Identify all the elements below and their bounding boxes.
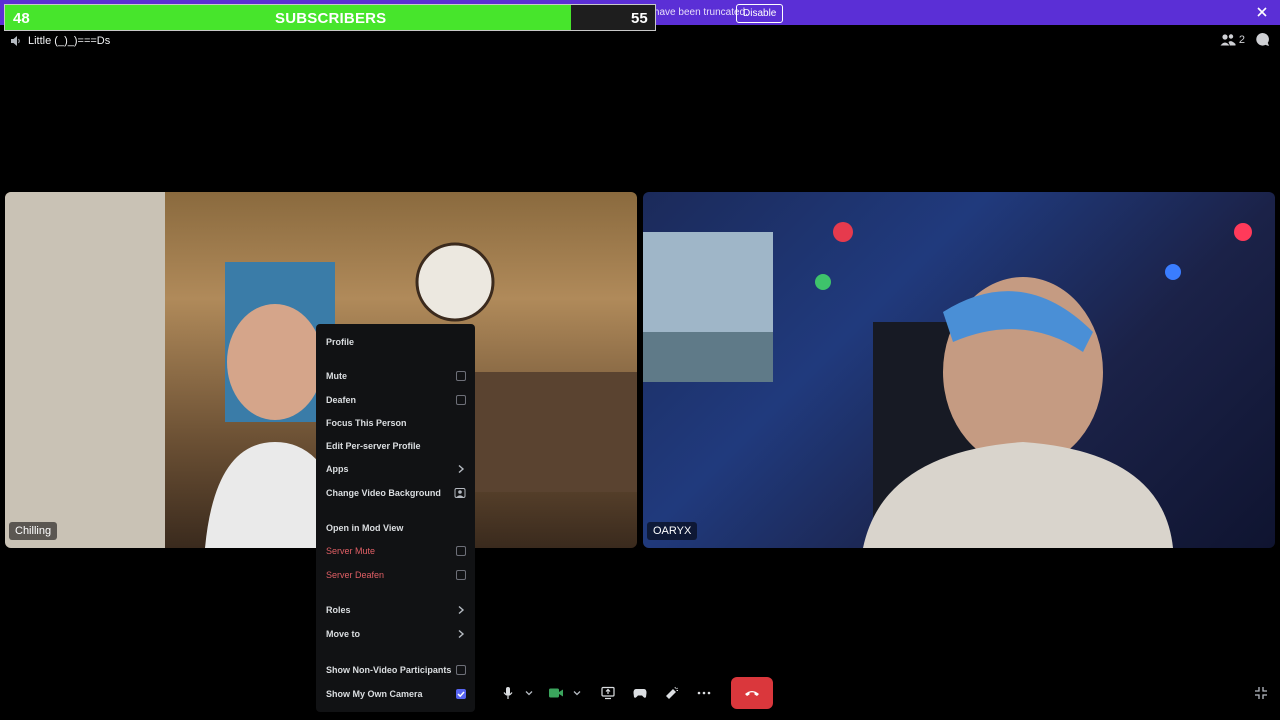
server-deafen-checkbox[interactable] [456, 570, 466, 580]
chevron-right-icon [458, 464, 465, 474]
tile-username: Chilling [9, 522, 58, 540]
menu-item-roles[interactable]: Roles [326, 603, 466, 617]
menu-item-label: Apps [326, 464, 349, 474]
server-mute-checkbox[interactable] [456, 546, 466, 556]
mic-options-button[interactable] [524, 677, 534, 709]
menu-item-edit-profile[interactable]: Edit Per-server Profile [326, 439, 466, 453]
menu-item-show-non-video[interactable]: Show Non-Video Participants [326, 663, 466, 677]
activity-icon [633, 689, 647, 698]
menu-item-label: Change Video Background [326, 488, 441, 498]
tile-username: OARYX [647, 522, 698, 540]
screen-share-button[interactable] [592, 677, 624, 709]
disconnect-button[interactable] [731, 677, 773, 709]
video-frame-oaryx [643, 222, 1252, 548]
participants-button[interactable]: 2 [1220, 33, 1245, 46]
menu-item-deafen[interactable]: Deafen [326, 393, 466, 407]
menu-item-server-deafen[interactable]: Server Deafen [326, 568, 466, 582]
chevron-down-icon [525, 691, 533, 696]
user-context-menu: Profile Mute Deafen Focus This Person Ed… [316, 324, 475, 712]
screen-share-icon [601, 686, 615, 700]
deafen-checkbox[interactable] [456, 395, 466, 405]
mic-button[interactable] [492, 677, 524, 709]
camera-icon [549, 688, 563, 698]
menu-item-mod-view[interactable]: Open in Mod View [326, 521, 466, 535]
subscriber-goal-target: 55 [631, 10, 648, 27]
menu-item-label: Deafen [326, 395, 357, 405]
show-own-camera-checkbox[interactable] [456, 689, 466, 699]
disable-button[interactable]: Disable [736, 4, 784, 23]
exit-fullscreen-icon[interactable] [1254, 686, 1268, 700]
menu-item-mute[interactable]: Mute [326, 369, 466, 383]
menu-item-profile[interactable]: Profile [326, 335, 466, 349]
channel-name: Little (_)_)===Ds [28, 35, 111, 47]
menu-item-label: Server Deafen [326, 570, 385, 580]
subscriber-current: 48 [13, 10, 30, 27]
menu-item-server-mute[interactable]: Server Mute [326, 544, 466, 558]
menu-item-label: Edit Per-server Profile [326, 441, 421, 451]
activity-button[interactable] [624, 677, 656, 709]
mic-group [492, 677, 534, 709]
speaker-icon [11, 36, 20, 46]
menu-item-label: Focus This Person [326, 418, 407, 428]
phone-hangup-icon [745, 691, 759, 696]
chevron-down-icon [573, 691, 581, 696]
menu-item-focus-person[interactable]: Focus This Person [326, 416, 466, 430]
mic-icon [503, 687, 513, 699]
menu-item-label: Show My Own Camera [326, 689, 423, 699]
checkmark-icon [457, 691, 465, 698]
subscriber-goal-bar: 48 SUBSCRIBERS 55 [4, 4, 656, 31]
camera-group [540, 677, 582, 709]
menu-item-label: Open in Mod View [326, 523, 404, 533]
menu-item-label: Server Mute [326, 546, 376, 556]
soundboard-icon [666, 686, 678, 699]
close-icon[interactable] [1254, 4, 1270, 20]
camera-options-button[interactable] [572, 677, 582, 709]
soundboard-button[interactable] [656, 677, 688, 709]
participants-count: 2 [1238, 33, 1245, 46]
menu-item-video-background[interactable]: Change Video Background [326, 486, 466, 500]
call-controls [492, 677, 720, 709]
subscriber-label: SUBSCRIBERS [275, 10, 387, 27]
more-icon [697, 691, 711, 695]
camera-button[interactable] [540, 677, 572, 709]
menu-item-move-to[interactable]: Move to [326, 627, 466, 641]
mute-checkbox[interactable] [456, 371, 466, 381]
people-icon [1220, 34, 1236, 46]
chat-icon[interactable] [1255, 32, 1270, 47]
top-right-toolbar: 2 [1220, 32, 1270, 47]
menu-item-label: Mute [326, 371, 347, 381]
menu-item-label: Profile [326, 337, 355, 347]
video-background-icon [454, 488, 466, 498]
video-tile-oaryx[interactable]: OARYX [643, 192, 1275, 548]
show-non-video-checkbox[interactable] [456, 665, 466, 675]
menu-item-apps[interactable]: Apps [326, 462, 466, 476]
more-button[interactable] [688, 677, 720, 709]
menu-item-label: Roles [326, 605, 351, 615]
menu-item-show-own-camera[interactable]: Show My Own Camera [326, 687, 466, 701]
chevron-right-icon [458, 629, 465, 639]
channel-header: Little (_)_)===Ds [10, 33, 110, 49]
chevron-right-icon [458, 605, 465, 615]
menu-item-label: Move to [326, 629, 361, 639]
menu-item-label: Show Non-Video Participants [326, 665, 452, 675]
